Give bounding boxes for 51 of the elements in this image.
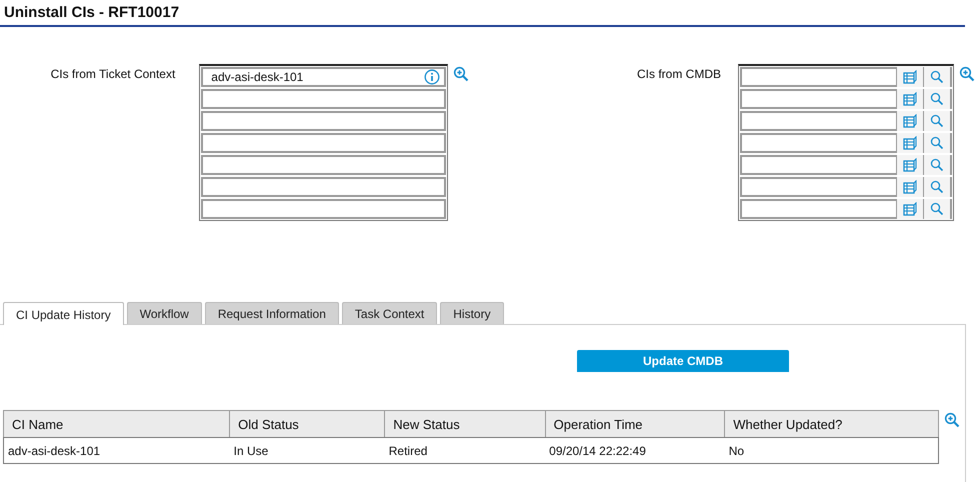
field-label: CIs from CMDB <box>636 66 721 81</box>
input-field[interactable] <box>740 133 952 153</box>
input-field[interactable] <box>201 89 446 109</box>
search-icon[interactable] <box>930 180 944 194</box>
input-field[interactable] <box>201 133 446 153</box>
column-header: Old Status <box>230 410 385 438</box>
zoom-in-icon[interactable] <box>959 66 975 82</box>
field-value: adv-asi-desk-101 <box>211 70 304 84</box>
input-field[interactable] <box>740 177 952 197</box>
column-header: Operation Time <box>545 410 725 438</box>
tab[interactable]: CI Update History <box>3 302 124 325</box>
table-cell: In Use <box>230 438 385 464</box>
table-cell: No <box>724 438 938 464</box>
tab[interactable]: History <box>440 302 504 324</box>
column-header: New Status <box>384 410 546 438</box>
table-cell: Retired <box>384 438 546 464</box>
input-field[interactable]: adv-asi-desk-101 <box>201 67 446 87</box>
tab[interactable]: Request Information <box>204 302 339 324</box>
column-header: Whether Updated? <box>724 410 938 438</box>
input-field[interactable] <box>740 111 952 131</box>
zoom-in-icon[interactable] <box>944 412 960 428</box>
input-field[interactable] <box>201 111 446 131</box>
input-field[interactable] <box>201 199 446 219</box>
list-icon[interactable] <box>903 202 917 216</box>
list-icon[interactable] <box>903 180 917 194</box>
list-icon[interactable] <box>903 92 917 106</box>
search-icon[interactable] <box>930 114 944 128</box>
search-icon[interactable] <box>930 136 944 150</box>
tab[interactable]: Task Context <box>342 302 438 324</box>
list-icon[interactable] <box>903 136 917 150</box>
search-icon[interactable] <box>930 92 944 106</box>
input-field[interactable] <box>201 155 446 175</box>
input-field[interactable] <box>740 67 952 87</box>
page-title: Uninstall CIs - RFT10017 <box>0 0 965 27</box>
input-field[interactable] <box>740 199 952 219</box>
info-icon[interactable] <box>424 69 440 85</box>
tab[interactable]: Workflow <box>126 302 202 324</box>
input-field[interactable] <box>740 155 952 175</box>
list-icon[interactable] <box>903 70 917 84</box>
list-icon[interactable] <box>903 114 917 128</box>
search-icon[interactable] <box>930 158 944 172</box>
field-label: CIs from Ticket Context <box>50 66 176 81</box>
table-cell: 09/20/14 22:22:49 <box>545 438 725 464</box>
search-icon[interactable] <box>930 70 944 84</box>
search-icon[interactable] <box>930 202 944 216</box>
input-field[interactable] <box>740 89 952 109</box>
list-icon[interactable] <box>903 158 917 172</box>
input-field[interactable] <box>201 177 446 197</box>
column-header: CI Name <box>4 410 230 438</box>
zoom-in-icon[interactable] <box>453 66 470 82</box>
table-cell: adv-asi-desk-101 <box>4 438 230 464</box>
